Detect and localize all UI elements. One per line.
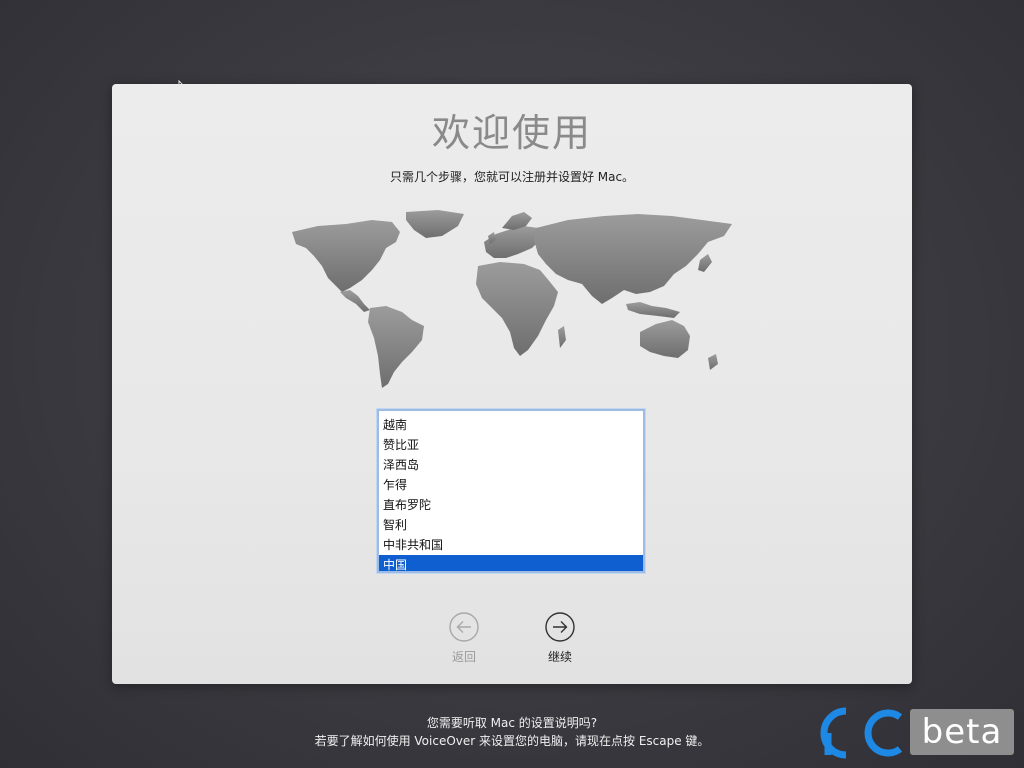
country-list[interactable]: 越南 赞比亚 泽西岛 乍得 直布罗陀 智利 中非共和国 中国: [377, 409, 645, 573]
pcbeta-watermark-logo: beta: [820, 707, 1016, 759]
beta-badge: beta: [910, 709, 1014, 755]
list-item-selected[interactable]: 中国: [379, 555, 643, 571]
page-title: 欢迎使用: [431, 111, 592, 155]
list-item[interactable]: 智利: [379, 515, 643, 535]
back-button[interactable]: 返回: [434, 612, 494, 665]
list-item[interactable]: 越南: [379, 415, 643, 435]
list-item[interactable]: 赞比亚: [379, 435, 643, 455]
arrow-right-circle-icon: [545, 612, 575, 642]
list-item[interactable]: 直布罗陀: [379, 495, 643, 515]
back-label: 返回: [451, 650, 476, 664]
setup-assistant-panel: 欢迎使用 只需几个步骤，您就可以注册并设置好 Mac。 越南 赞比亚 泽西岛 乍…: [112, 84, 912, 684]
beta-text: beta: [921, 712, 1003, 752]
continue-label: 继续: [547, 650, 572, 664]
world-map-icon: [292, 210, 732, 388]
pc-logo-icon: [820, 707, 903, 759]
arrow-left-circle-icon: [449, 612, 479, 642]
list-item[interactable]: 中非共和国: [379, 535, 643, 555]
page-subtitle: 只需几个步骤，您就可以注册并设置好 Mac。: [389, 170, 635, 184]
list-item[interactable]: 乍得: [379, 475, 643, 495]
list-item[interactable]: 泽西岛: [379, 455, 643, 475]
continue-button[interactable]: 继续: [530, 612, 590, 665]
